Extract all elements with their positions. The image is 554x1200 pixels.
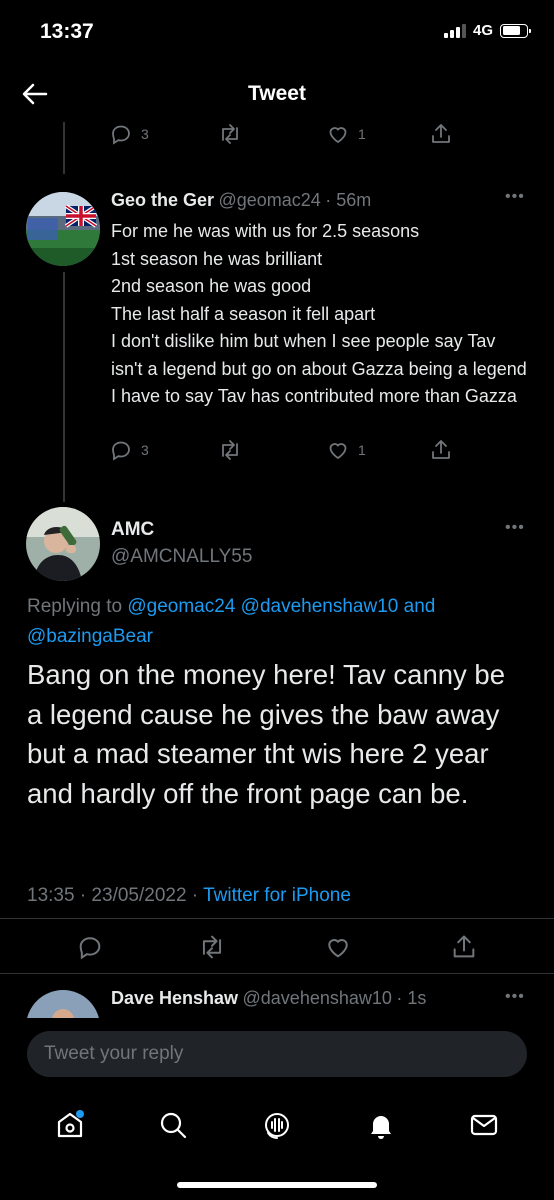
avatar[interactable] — [26, 507, 100, 581]
divider — [0, 918, 554, 919]
share-icon — [432, 124, 450, 143]
spaces-icon — [264, 1113, 289, 1139]
signal-icon — [443, 23, 466, 38]
search-icon — [161, 1112, 187, 1139]
reply-button[interactable]: 3 — [109, 438, 149, 462]
like-button[interactable] — [324, 933, 352, 961]
tab-notifications[interactable] — [361, 1105, 401, 1145]
tweet-time: · 56m — [325, 190, 372, 210]
like-count: 1 — [358, 126, 366, 142]
tweet-header: Geo the Ger @geomac24 · 56m — [111, 190, 511, 211]
retweet-icon — [222, 440, 238, 460]
mention-link[interactable]: @davehenshaw10 — [241, 596, 399, 617]
retweet-icon — [222, 124, 238, 144]
mention-link[interactable]: @bazingaBear — [27, 626, 153, 647]
like-button[interactable]: 1 — [326, 438, 366, 462]
avatar-image — [26, 192, 100, 266]
heart-icon — [328, 939, 348, 958]
display-name: Dave Henshaw — [111, 988, 239, 1008]
thread-line — [63, 272, 65, 502]
reply-input[interactable] — [27, 1031, 527, 1077]
share-button[interactable] — [450, 933, 478, 961]
timestamp-text: 13:35 · 23/05/2022 · — [27, 885, 204, 906]
network-type: 4G — [472, 22, 493, 39]
tab-messages[interactable] — [464, 1105, 504, 1145]
user-handle[interactable]: @geomac24 — [218, 190, 320, 210]
battery-icon — [500, 23, 531, 38]
reply-count: 3 — [141, 126, 149, 142]
retweet-button[interactable] — [197, 933, 227, 961]
bottom-tab-bar — [0, 1090, 554, 1160]
retweet-icon — [202, 935, 222, 959]
avatar-image — [26, 507, 100, 581]
avatar — [26, 990, 100, 1018]
share-icon — [432, 440, 450, 459]
display-name[interactable]: Geo the Ger — [111, 190, 214, 210]
main-tweet-actions — [76, 931, 486, 963]
tweet-timestamp: 13:35 · 23/05/2022 · Twitter for iPhone — [27, 885, 351, 907]
more-options-icon[interactable]: ••• — [505, 188, 525, 206]
reply-button[interactable]: 3 — [109, 122, 149, 146]
mention-conjunction[interactable]: and — [398, 596, 436, 617]
home-indicator[interactable] — [177, 1182, 377, 1188]
next-reply-preview[interactable]: Dave Henshaw @davehenshaw10 · 1s ••• — [0, 974, 554, 1018]
retweet-button[interactable] — [217, 122, 243, 146]
main-tweet-text: Bang on the money here! Tav canny be a l… — [27, 659, 506, 809]
more-options-icon[interactable]: ••• — [505, 519, 525, 537]
source-link[interactable]: Twitter for iPhone — [203, 885, 351, 906]
share-button[interactable] — [429, 122, 453, 146]
status-indicators: 4G — [443, 22, 531, 39]
avatar[interactable] — [26, 192, 100, 266]
thread-line — [63, 122, 65, 174]
tweet-text: For me he was with us for 2.5 seasons 1s… — [111, 221, 527, 406]
replying-label: Replying to — [27, 596, 128, 617]
like-button[interactable]: 1 — [326, 122, 366, 146]
mail-icon — [471, 1114, 498, 1136]
reply-icon — [112, 125, 130, 145]
mention-link[interactable]: @geomac24 — [127, 596, 235, 617]
avatar-image — [26, 990, 100, 1018]
tweet-time: · 1s — [396, 988, 427, 1008]
status-time: 13:37 — [40, 20, 94, 43]
replying-to: Replying to @geomac24 @davehenshaw10 and… — [27, 592, 517, 652]
bell-icon — [370, 1116, 391, 1139]
tab-home[interactable] — [50, 1105, 90, 1145]
page-title: Tweet — [248, 82, 306, 105]
heart-icon — [329, 127, 347, 144]
reply-count: 3 — [141, 442, 149, 458]
tweet-header: Dave Henshaw @davehenshaw10 · 1s — [111, 988, 426, 1009]
user-handle: @davehenshaw10 — [242, 988, 392, 1008]
tab-search[interactable] — [153, 1105, 193, 1145]
share-button[interactable] — [429, 438, 453, 462]
reply-icon — [79, 937, 101, 960]
reply-composer[interactable] — [27, 1031, 527, 1077]
reply-icon — [112, 441, 130, 461]
share-icon — [453, 935, 475, 958]
display-name[interactable]: AMC — [111, 519, 154, 541]
retweet-button[interactable] — [217, 438, 243, 462]
user-handle[interactable]: @AMCNALLY55 — [111, 546, 252, 568]
home-icon — [57, 1110, 84, 1138]
like-count: 1 — [358, 442, 366, 458]
tab-spaces[interactable] — [257, 1105, 297, 1145]
heart-icon — [329, 443, 347, 460]
reply-button[interactable] — [76, 933, 104, 961]
more-options-icon[interactable]: ••• — [505, 988, 525, 1006]
